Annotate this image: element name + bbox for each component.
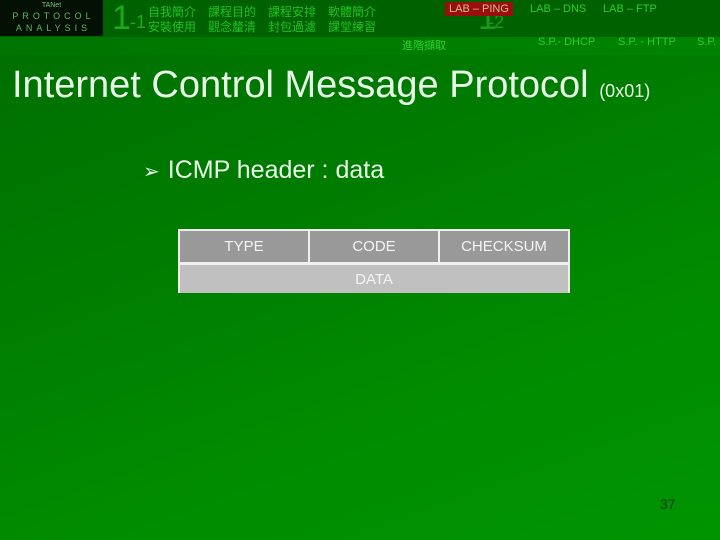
slide-title-text: Internet Control Message Protocol [12, 64, 589, 106]
page-number: 37 [660, 496, 676, 512]
field-type: TYPE [180, 231, 308, 262]
nav-sp-http[interactable]: S.P. - HTTP [618, 36, 676, 48]
nav-exercise[interactable]: 課堂練習 [328, 18, 376, 35]
field-code: CODE [310, 231, 438, 262]
logo: TANet PROTOCOL ANALYSIS [0, 0, 103, 36]
slide-title-code: (0x01) [599, 81, 651, 101]
nav-sp-more[interactable]: S.P. [697, 36, 716, 48]
nav-sp-dhcp[interactable]: S.P.- DHCP [538, 36, 595, 48]
slide-title: Internet Control Message Protocol (0x01) [12, 64, 650, 107]
logo-small-text: TANet [41, 2, 62, 9]
nav-lab-ftp[interactable]: LAB – FTP [603, 3, 657, 15]
logo-line-2: ANALYSIS [15, 23, 92, 33]
sub-navigation-bar [0, 37, 720, 55]
icmp-header-table: TYPE CODE CHECKSUM DATA [178, 229, 570, 293]
icmp-header-row: TYPE CODE CHECKSUM [180, 231, 568, 263]
section-1-number: 1 [112, 0, 131, 37]
arrow-bullet-icon: ➢ [143, 161, 160, 183]
section-1-sub: -1 [130, 12, 147, 32]
nav-advanced-capture[interactable]: 進階擷取 [402, 37, 446, 53]
nav-concepts[interactable]: 觀念釐清 [208, 18, 256, 35]
nav-lab-dns[interactable]: LAB – DNS [530, 3, 586, 15]
bullet-item: ➢ ICMP header : data [143, 156, 384, 185]
logo-line-1: PROTOCOL [12, 11, 95, 21]
nav-install[interactable]: 安裝使用 [148, 18, 196, 35]
field-checksum: CHECKSUM [440, 231, 568, 262]
bullet-text: ICMP header : data [167, 156, 385, 184]
nav-lab-ping[interactable]: LAB – PING [445, 2, 513, 16]
field-data: DATA [180, 265, 568, 293]
nav-packet-filter[interactable]: 封包過濾 [268, 18, 316, 35]
